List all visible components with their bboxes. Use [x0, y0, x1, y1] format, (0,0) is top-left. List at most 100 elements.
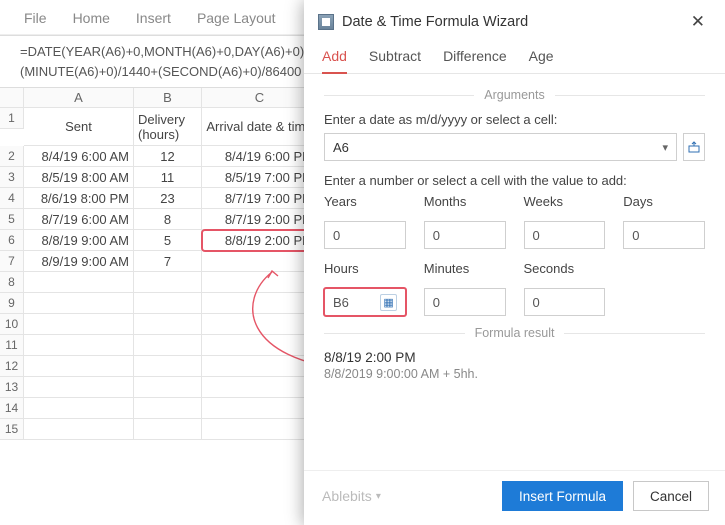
seconds-label: Seconds	[524, 261, 606, 276]
cell-B2[interactable]: 12	[134, 146, 202, 167]
cell-C7[interactable]	[202, 251, 318, 272]
tab-subtract[interactable]: Subtract	[369, 42, 421, 73]
cell-B13[interactable]	[134, 377, 202, 398]
date-input-value: A6	[333, 140, 349, 155]
range-selector-button[interactable]	[683, 133, 705, 161]
seconds-input[interactable]: 0	[524, 288, 606, 316]
cell-B14[interactable]	[134, 398, 202, 419]
row-header-9[interactable]: 9	[0, 293, 24, 314]
cell-C8[interactable]	[202, 272, 318, 293]
days-input[interactable]: 0	[623, 221, 705, 249]
cell-A6[interactable]: 8/8/19 9:00 AM	[24, 230, 134, 251]
ribbon-tab-insert[interactable]: Insert	[136, 10, 171, 26]
ribbon-tab-pagelayout[interactable]: Page Layout	[197, 10, 276, 26]
chevron-down-icon[interactable]: ▾	[662, 141, 668, 154]
months-input[interactable]: 0	[424, 221, 506, 249]
cell-B15[interactable]	[134, 419, 202, 440]
cell-C13[interactable]	[202, 377, 318, 398]
section-arguments: Arguments	[324, 88, 705, 102]
minutes-input[interactable]: 0	[424, 288, 506, 316]
cell-C14[interactable]	[202, 398, 318, 419]
row-header-5[interactable]: 5	[0, 209, 24, 230]
cell-A9[interactable]	[24, 293, 134, 314]
cell-A12[interactable]	[24, 356, 134, 377]
row-header-4[interactable]: 4	[0, 188, 24, 209]
cell-A10[interactable]	[24, 314, 134, 335]
cell-A5[interactable]: 8/7/19 6:00 AM	[24, 209, 134, 230]
tab-add[interactable]: Add	[322, 42, 347, 74]
cell-A13[interactable]	[24, 377, 134, 398]
row-header-13[interactable]: 13	[0, 377, 24, 398]
tab-age[interactable]: Age	[529, 42, 554, 73]
row-header-8[interactable]: 8	[0, 272, 24, 293]
row-header-15[interactable]: 15	[0, 419, 24, 440]
cell-A3[interactable]: 8/5/19 8:00 AM	[24, 167, 134, 188]
insert-formula-button[interactable]: Insert Formula	[502, 481, 623, 511]
cell-B10[interactable]	[134, 314, 202, 335]
date-input[interactable]: A6 ▾	[324, 133, 677, 161]
cell-A14[interactable]	[24, 398, 134, 419]
select-all-corner[interactable]	[0, 88, 24, 108]
close-icon[interactable]: ✕	[685, 10, 711, 34]
years-input[interactable]: 0	[324, 221, 406, 249]
col-header-B[interactable]: B	[134, 88, 202, 108]
weeks-input[interactable]: 0	[524, 221, 606, 249]
cancel-button[interactable]: Cancel	[633, 481, 709, 511]
cell-A1[interactable]: Sent	[24, 108, 134, 146]
cell-A7[interactable]: 8/9/19 9:00 AM	[24, 251, 134, 272]
cell-A11[interactable]	[24, 335, 134, 356]
cell-C1[interactable]: Arrival date & time	[202, 108, 318, 146]
ribbon-tab-home[interactable]: Home	[73, 10, 110, 26]
hours-input[interactable]: B6 ▦	[324, 288, 406, 316]
cell-C6-active[interactable]: 8/8/19 2:00 PM	[202, 230, 318, 251]
cell-A15[interactable]	[24, 419, 134, 440]
cell-B9[interactable]	[134, 293, 202, 314]
cell-B11[interactable]	[134, 335, 202, 356]
cell-C5[interactable]: 8/7/19 2:00 PM	[202, 209, 318, 230]
cell-B5[interactable]: 8	[134, 209, 202, 230]
hours-label: Hours	[324, 261, 406, 276]
row-header-7[interactable]: 7	[0, 251, 24, 272]
brand-ablebits[interactable]: Ablebits▾	[322, 488, 381, 504]
cell-C12[interactable]	[202, 356, 318, 377]
dialog-body: Arguments Enter a date as m/d/yyyy or se…	[304, 74, 725, 470]
dialog-title: Date & Time Formula Wizard	[342, 14, 528, 30]
row-header-3[interactable]: 3	[0, 167, 24, 188]
row-header-10[interactable]: 10	[0, 314, 24, 335]
cell-A4[interactable]: 8/6/19 8:00 PM	[24, 188, 134, 209]
cell-C3[interactable]: 8/5/19 7:00 PM	[202, 167, 318, 188]
ribbon-tab-file[interactable]: File	[24, 10, 47, 26]
row-header-2[interactable]: 2	[0, 146, 24, 167]
row-header-12[interactable]: 12	[0, 356, 24, 377]
tab-difference[interactable]: Difference	[443, 42, 507, 73]
cell-C2[interactable]: 8/4/19 6:00 PM	[202, 146, 318, 167]
cell-B1[interactable]: Delivery (hours)	[134, 108, 202, 146]
row-header-14[interactable]: 14	[0, 398, 24, 419]
col-header-A[interactable]: A	[24, 88, 134, 108]
cell-C15[interactable]	[202, 419, 318, 440]
cell-B6[interactable]: 5	[134, 230, 202, 251]
hours-input-value: B6	[333, 295, 349, 310]
cell-C4[interactable]: 8/7/19 7:00 PM	[202, 188, 318, 209]
months-label: Months	[424, 194, 506, 209]
cell-A2[interactable]: 8/4/19 6:00 AM	[24, 146, 134, 167]
cell-B8[interactable]	[134, 272, 202, 293]
cell-B4[interactable]: 23	[134, 188, 202, 209]
years-label: Years	[324, 194, 406, 209]
row-header-11[interactable]: 11	[0, 335, 24, 356]
col-header-C[interactable]: C	[202, 88, 318, 108]
cell-B12[interactable]	[134, 356, 202, 377]
wizard-icon	[318, 14, 334, 30]
cell-B7[interactable]: 7	[134, 251, 202, 272]
cell-C10[interactable]	[202, 314, 318, 335]
cell-C11[interactable]	[202, 335, 318, 356]
range-selector-icon[interactable]: ▦	[380, 294, 396, 311]
dialog-titlebar: Date & Time Formula Wizard ✕	[304, 0, 725, 42]
cell-A8[interactable]	[24, 272, 134, 293]
cell-B3[interactable]: 11	[134, 167, 202, 188]
cell-C9[interactable]	[202, 293, 318, 314]
formula-result-main: 8/8/19 2:00 PM	[324, 350, 705, 365]
date-label: Enter a date as m/d/yyyy or select a cel…	[324, 112, 705, 127]
row-header-6[interactable]: 6	[0, 230, 24, 251]
row-header-1[interactable]: 1	[0, 108, 24, 129]
